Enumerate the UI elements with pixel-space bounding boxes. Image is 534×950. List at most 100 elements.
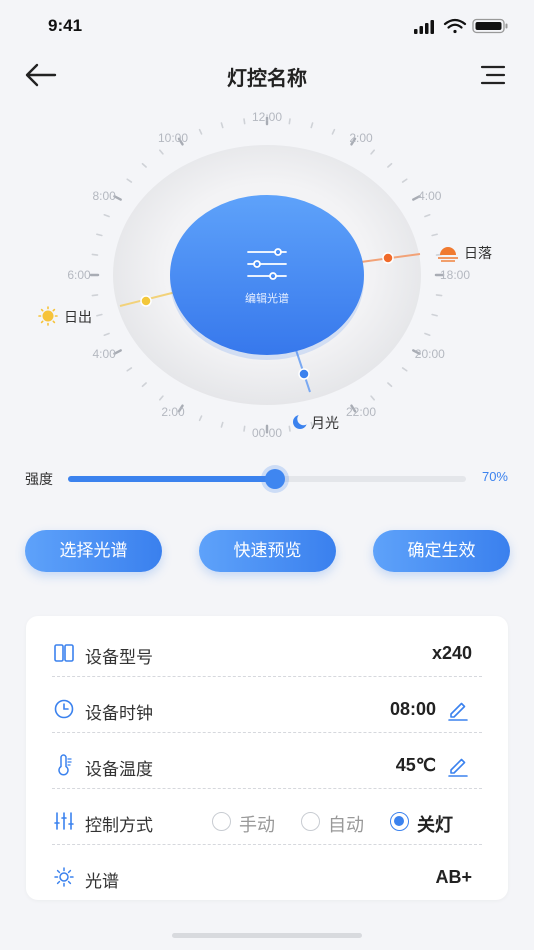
dial-tick bbox=[158, 395, 164, 401]
dial-tick bbox=[103, 332, 110, 337]
dial-tick bbox=[387, 382, 393, 388]
select-spectrum-button[interactable]: 选择光谱 bbox=[25, 530, 162, 572]
dial-tick bbox=[91, 294, 99, 297]
radio-auto-label: 自动 bbox=[328, 815, 364, 836]
thermometer-icon bbox=[58, 754, 72, 776]
hour-label: 00:00 bbox=[252, 426, 282, 440]
dial-tick bbox=[431, 233, 438, 237]
radio-auto-dot bbox=[301, 812, 320, 831]
dial-tick bbox=[310, 122, 314, 129]
dial-tick bbox=[141, 162, 147, 168]
moon-marker bbox=[298, 368, 310, 380]
radio-lights-off-label: 关灯 bbox=[417, 815, 453, 836]
temperature-row: 设备温度 45℃ bbox=[26, 733, 508, 789]
clock-icon bbox=[54, 699, 74, 719]
dial-tick bbox=[91, 253, 99, 256]
radio-lights-off[interactable]: 关灯 bbox=[390, 811, 470, 836]
strength-label: 强度 bbox=[25, 472, 53, 488]
dial-tick bbox=[424, 213, 431, 218]
schedule-dial: 12:00 2:00 4:00 18:00 20:00 22:00 00:00 2:00 4:0… bbox=[0, 100, 534, 445]
radio-manual[interactable]: 手动 bbox=[212, 811, 292, 836]
radio-auto[interactable]: 自动 bbox=[301, 811, 381, 836]
hour-label: 2:00 bbox=[161, 405, 185, 419]
strength-value: 70% bbox=[481, 469, 508, 484]
action-buttons: 选择光谱 快速预览 确定生效 bbox=[0, 530, 534, 574]
sunrise-sun-icon bbox=[38, 306, 58, 326]
strength-track-fill bbox=[68, 476, 275, 482]
model-value: x240 bbox=[431, 643, 472, 663]
sunrise-label: 日出 bbox=[64, 310, 92, 326]
dial-tick bbox=[331, 128, 336, 135]
moon-icon bbox=[293, 412, 310, 429]
nav-bar: 灯控名称 bbox=[0, 50, 534, 100]
hour-label: 12:00 bbox=[252, 110, 282, 124]
sunset-marker bbox=[382, 252, 394, 264]
dial-tick bbox=[401, 367, 408, 372]
sun-icon bbox=[54, 867, 74, 887]
clock-label: 设备时钟 bbox=[85, 704, 153, 724]
hour-label: 10:00 bbox=[158, 131, 188, 145]
dial-tick bbox=[243, 425, 246, 432]
moon-label: 月光 bbox=[311, 416, 339, 432]
strength-track[interactable] bbox=[68, 469, 466, 489]
battery-icon bbox=[472, 18, 508, 34]
status-time: 9:41 bbox=[48, 16, 83, 35]
hour-label: 6:00 bbox=[67, 268, 91, 282]
spectrum-row: 光谱 AB+ bbox=[26, 845, 508, 901]
temperature-label: 设备温度 bbox=[85, 760, 153, 780]
spectrum-value: AB+ bbox=[435, 867, 472, 887]
dial-tick bbox=[126, 367, 133, 372]
hour-label: 8:00 bbox=[93, 189, 117, 203]
hour-label: 22:00 bbox=[346, 405, 376, 419]
clock-row: 设备时钟 08:00 bbox=[26, 677, 508, 733]
dial-tick bbox=[198, 415, 203, 422]
hour-label: 4:00 bbox=[418, 189, 442, 203]
dial-tick bbox=[243, 118, 246, 125]
radio-lights-off-dot bbox=[390, 812, 409, 831]
status-icons bbox=[414, 18, 508, 34]
dial-tick bbox=[431, 313, 438, 317]
radio-manual-dot bbox=[212, 812, 231, 831]
edit-pencil-icon[interactable] bbox=[446, 753, 470, 777]
dial-tick bbox=[288, 118, 291, 125]
strength-slider-row: 强度 70% bbox=[0, 460, 534, 496]
signal-icon bbox=[414, 20, 434, 34]
dial-tick bbox=[158, 149, 164, 155]
sunset-label: 日落 bbox=[464, 246, 492, 262]
sunset-sun-icon bbox=[438, 247, 458, 262]
hour-label: 18:00 bbox=[440, 268, 470, 282]
dial-tick bbox=[401, 178, 408, 183]
model-row: 设备型号 x240 bbox=[26, 621, 508, 677]
device-info-card: 设备型号 x240 设备时钟 08:00 设备温度 45℃ 控制方式 手动 自动… bbox=[26, 616, 508, 900]
page-title: 灯控名称 bbox=[227, 66, 307, 90]
dial-tick bbox=[96, 233, 103, 237]
hour-label: 20:00 bbox=[415, 347, 445, 361]
radio-manual-label: 手动 bbox=[239, 815, 275, 836]
dial-tick bbox=[220, 122, 224, 129]
dial-tick bbox=[126, 178, 133, 183]
hour-label: 2:00 bbox=[349, 131, 373, 145]
strength-thumb[interactable] bbox=[264, 469, 285, 489]
wifi-icon bbox=[443, 18, 467, 34]
sunrise-marker bbox=[140, 295, 152, 307]
columns-icon bbox=[54, 644, 74, 662]
clock-value: 08:00 bbox=[389, 699, 436, 719]
sliders-icon bbox=[54, 812, 74, 830]
edit-pencil-icon[interactable] bbox=[446, 697, 470, 721]
confirm-apply-button[interactable]: 确定生效 bbox=[373, 530, 510, 572]
dial-tick bbox=[435, 294, 443, 297]
status-bar: 9:41 bbox=[0, 0, 534, 50]
edit-spectrum-button[interactable] bbox=[170, 195, 364, 355]
control-mode-label: 控制方式 bbox=[85, 816, 153, 836]
spectrum-label: 光谱 bbox=[85, 872, 119, 892]
quick-preview-button[interactable]: 快速预览 bbox=[199, 530, 336, 572]
dial-tick bbox=[370, 395, 376, 401]
dial-tick bbox=[424, 332, 431, 337]
dial-tick bbox=[96, 313, 103, 317]
menu-icon[interactable] bbox=[480, 64, 506, 86]
dial-tick bbox=[198, 128, 203, 135]
dial-tick bbox=[103, 213, 110, 218]
hour-label: 4:00 bbox=[93, 347, 117, 361]
dial-tick bbox=[220, 421, 224, 428]
dial-tick bbox=[370, 149, 376, 155]
